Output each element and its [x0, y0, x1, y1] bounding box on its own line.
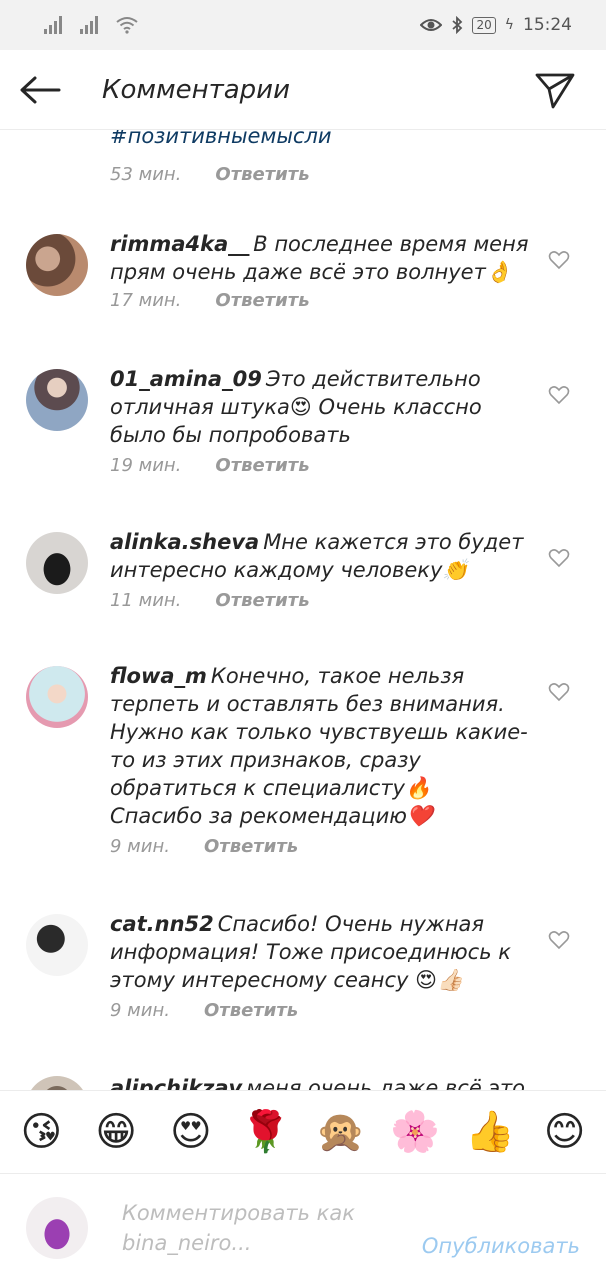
back-button[interactable]	[0, 50, 80, 130]
emoji-heart-eyes[interactable]: 😍	[161, 1110, 221, 1154]
hashtag-link[interactable]: #позитивныемысли	[110, 130, 332, 148]
bluetooth-icon	[452, 16, 463, 34]
comment-time: 53 мин.	[110, 164, 182, 185]
comment-body: cat.nn52 Спасибо! Очень нужная информация…	[110, 910, 530, 1021]
reply-button[interactable]: Ответить	[204, 836, 298, 857]
send-icon	[535, 73, 575, 108]
heart-icon[interactable]	[548, 385, 570, 405]
username[interactable]: alipchikzav	[110, 1076, 242, 1090]
charging-icon: ϟ	[504, 17, 514, 33]
signal-icon	[44, 16, 62, 34]
reply-button[interactable]: Ответить	[215, 455, 309, 476]
username[interactable]: rimma4ka__	[110, 232, 249, 256]
battery-icon: 20	[472, 16, 496, 34]
emoji-kiss[interactable]: 😘	[11, 1110, 71, 1154]
wifi-icon	[116, 17, 138, 34]
comment-body: alipchikzav меня очень даже всё это	[110, 1074, 530, 1090]
header: Комментарии	[0, 50, 606, 130]
comment-time: 17 мин.	[110, 290, 182, 311]
reply-button[interactable]: Ответить	[215, 590, 309, 611]
comment-body: rimma4ka__ В последнее время меня прям оч…	[110, 230, 530, 311]
comment-body: alinka.sheva Мне кажется это будет интере…	[110, 528, 530, 611]
comment-text: меня очень даже всё это	[246, 1076, 526, 1090]
heart-icon[interactable]	[548, 682, 570, 702]
comment-meta: 17 мин. Ответить	[110, 290, 530, 311]
comment-body: 01_amina_09 Это действительно отличная шт…	[110, 365, 530, 476]
heart-icon[interactable]	[548, 930, 570, 950]
avatar[interactable]	[26, 369, 88, 431]
comment-time: 11 мин.	[110, 590, 182, 611]
emoji-thumbs-up[interactable]: 👍	[460, 1110, 520, 1154]
reply-button[interactable]: Ответить	[215, 290, 309, 311]
comment-input[interactable]: Комментировать как bina_neiro...	[122, 1198, 402, 1258]
username[interactable]: cat.nn52	[110, 912, 214, 936]
avatar[interactable]	[26, 532, 88, 594]
comment-meta: 9 мин. Ответить	[110, 836, 530, 857]
reply-button[interactable]: Ответить	[204, 1000, 298, 1021]
comment-time: 19 мин.	[110, 455, 182, 476]
signal-icon-2	[80, 16, 98, 34]
avatar[interactable]	[26, 666, 88, 728]
eye-icon	[420, 19, 443, 31]
publish-button[interactable]: Опубликовать	[422, 1234, 580, 1258]
page-title: Комментарии	[102, 74, 290, 105]
emoji-rose[interactable]: 🌹	[236, 1110, 296, 1154]
emoji-speak-no-evil[interactable]: 🙊	[310, 1110, 370, 1154]
share-button[interactable]	[520, 50, 590, 130]
username[interactable]: 01_amina_09	[110, 367, 262, 391]
clock: 15:24	[523, 15, 572, 35]
heart-icon[interactable]	[548, 548, 570, 568]
emoji-bar: 😘 😁 😍 🌹 🙊 🌸 👍 😊	[0, 1090, 606, 1174]
emoji-smile[interactable]: 😊	[535, 1110, 595, 1154]
status-right: 20 ϟ 15:24	[420, 15, 572, 35]
signal-group	[44, 16, 138, 34]
emoji-blossom[interactable]: 🌸	[385, 1110, 445, 1154]
comments-list: #позитивныемысли 53 мин. Ответить rimma4…	[0, 130, 606, 1090]
reply-button[interactable]: Ответить	[215, 164, 309, 185]
comment-meta: 11 мин. Ответить	[110, 590, 530, 611]
comment-time: 9 мин.	[110, 1000, 170, 1021]
avatar[interactable]	[26, 1076, 88, 1090]
comment-composer: Комментировать как bina_neiro... Опублик…	[0, 1175, 606, 1280]
comment-meta: 9 мин. Ответить	[110, 1000, 530, 1021]
username[interactable]: flowa_m	[110, 664, 207, 688]
comment-meta: 53 мин. Ответить	[110, 164, 310, 185]
emoji-grin[interactable]: 😁	[86, 1110, 146, 1154]
comment-time: 9 мин.	[110, 836, 170, 857]
status-bar: 20 ϟ 15:24	[0, 0, 606, 50]
my-avatar	[26, 1196, 88, 1259]
comment-body: flowa_m Конечно, такое нельзя терпеть и о…	[110, 662, 530, 857]
comment-meta: 19 мин. Ответить	[110, 455, 530, 476]
avatar[interactable]	[26, 914, 88, 976]
arrow-left-icon	[20, 76, 61, 103]
comment-text: Конечно, такое нельзя терпеть и оставлят…	[110, 664, 528, 828]
heart-icon[interactable]	[548, 250, 570, 270]
username[interactable]: alinka.sheva	[110, 530, 259, 554]
avatar[interactable]	[26, 234, 88, 296]
